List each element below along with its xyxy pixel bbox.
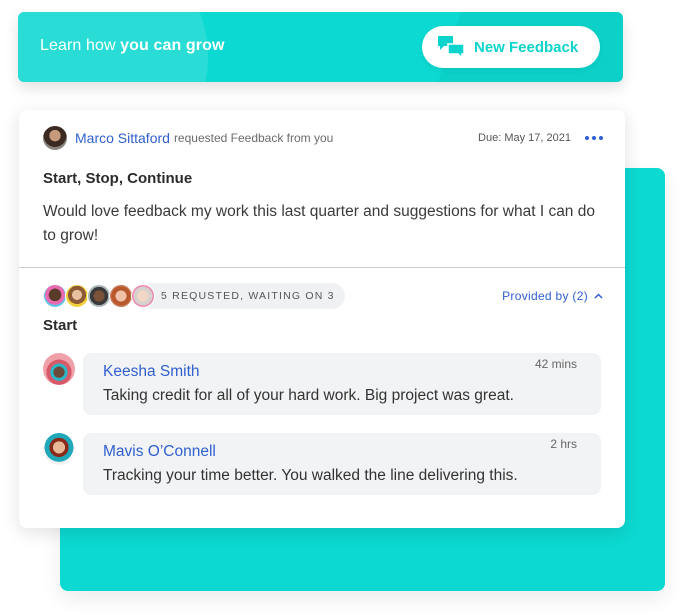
banner-text-bold: you can grow: [120, 37, 225, 54]
requested-avatar-5[interactable]: [131, 284, 155, 308]
more-horizontal-icon: [592, 136, 596, 140]
provided-by-toggle[interactable]: Provided by (2): [502, 289, 603, 303]
chevron-up-icon: [594, 293, 603, 299]
requested-avatar-1[interactable]: [43, 284, 67, 308]
banner-text-prefix: Learn how: [40, 37, 121, 54]
chat-bubbles-icon: [438, 36, 464, 58]
provided-by-label: Provided by (2): [502, 289, 588, 303]
requester-avatar[interactable]: [43, 126, 67, 150]
card-header: Marco Sittaford requested Feedback from …: [43, 126, 603, 150]
request-title: Start, Stop, Continue: [43, 170, 193, 187]
section-label-start: Start: [43, 317, 78, 334]
commenter-avatar[interactable]: [43, 433, 75, 465]
comment-item: Keesha Smith 42 mins Taking credit for a…: [43, 353, 601, 415]
comment-author[interactable]: Mavis O’Connell: [103, 443, 216, 461]
requested-avatars: [43, 284, 155, 308]
requester-name-link[interactable]: Marco Sittaford: [75, 130, 170, 146]
commenter-avatar[interactable]: [43, 353, 75, 385]
banner-text: Learn how you can grow: [40, 37, 225, 55]
request-action-text: requested Feedback from you: [173, 131, 334, 145]
requested-status-row: 5 REQUSTED, WAITING ON 3: [43, 283, 345, 309]
comment-time: 2 hrs: [550, 437, 577, 451]
requested-status-badge: 5 REQUSTED, WAITING ON 3: [139, 283, 345, 309]
growth-banner: Learn how you can grow New Feedback: [18, 12, 623, 82]
requested-avatar-4[interactable]: [109, 284, 133, 308]
divider: [19, 267, 625, 268]
requested-avatar-2[interactable]: [65, 284, 89, 308]
comment-text: Taking credit for all of your hard work.…: [103, 387, 514, 404]
comment-bubble: Keesha Smith 42 mins Taking credit for a…: [83, 353, 601, 415]
feedback-request-card: Marco Sittaford requested Feedback from …: [19, 110, 625, 528]
comment-author[interactable]: Keesha Smith: [103, 363, 200, 381]
more-horizontal-icon: [585, 136, 589, 140]
comment-item: Mavis O’Connell 2 hrs Tracking your time…: [43, 433, 601, 495]
more-options-button[interactable]: [585, 132, 603, 144]
new-feedback-button[interactable]: New Feedback: [422, 26, 600, 68]
new-feedback-label: New Feedback: [474, 38, 579, 56]
comment-text: Tracking your time better. You walked th…: [103, 467, 518, 484]
comment-bubble: Mavis O’Connell 2 hrs Tracking your time…: [83, 433, 601, 495]
request-body: Would love feedback my work this last qu…: [43, 203, 595, 244]
more-horizontal-icon: [599, 136, 603, 140]
requested-avatar-3[interactable]: [87, 284, 111, 308]
due-date: Due: May 17, 2021: [478, 132, 571, 144]
comment-time: 42 mins: [534, 357, 577, 371]
